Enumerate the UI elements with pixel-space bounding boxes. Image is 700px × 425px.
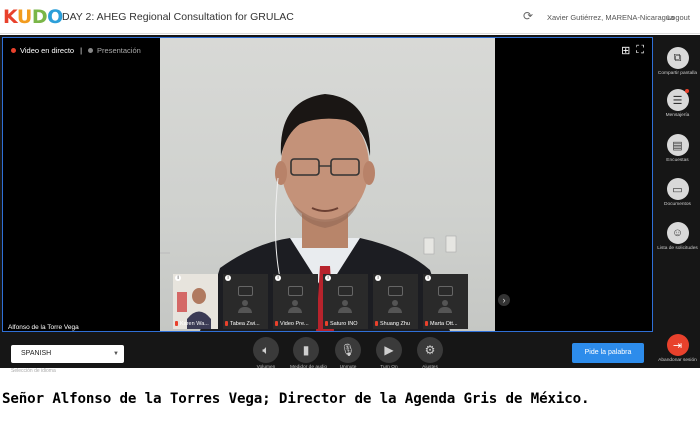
main-video-frame: Video en directo | Presentación ⊞ ⛶ i Ka…: [2, 37, 653, 332]
camera-off-icon: [238, 286, 253, 296]
avatar-placeholder-icon: [287, 300, 303, 313]
tab-divider: |: [80, 46, 83, 55]
language-select[interactable]: SPANISH ▼: [11, 345, 124, 363]
camera-off-icon: [388, 286, 403, 296]
info-icon[interactable]: i: [375, 275, 381, 281]
volume-button[interactable]: 🔈︎ Volumen: [250, 337, 282, 370]
share-screen-icon: ⧉: [666, 47, 689, 69]
meeting-stage: Video en directo | Presentación ⊞ ⛶ i Ka…: [0, 35, 700, 374]
logo-letter: D: [31, 6, 48, 28]
live-dot-icon: [11, 48, 16, 53]
settings-button[interactable]: ⚙ Ajustes: [414, 337, 446, 370]
participant-thumbnail[interactable]: i Saturo INO: [323, 274, 368, 329]
language-hint: Selección de idioma: [11, 368, 56, 374]
request-floor-button[interactable]: Pide la palabra: [572, 343, 644, 363]
sidebar-label: Documentos: [664, 202, 691, 207]
user-name: Xavier Gutiérrez, MARENA-Nicaragua: [547, 13, 675, 22]
participant-name: Video Pre...: [280, 321, 309, 327]
camera-button[interactable]: ▶ Turn On: [373, 337, 405, 370]
fullscreen-icon[interactable]: ⛶: [636, 44, 644, 57]
tab-label: Video en directo: [20, 46, 75, 55]
camera-off-icon: [438, 286, 453, 296]
participant-name: Saturo INO: [330, 321, 358, 327]
participant-name: Karen Wa...: [180, 321, 209, 327]
microphone-icon: 🎙︎: [335, 337, 361, 363]
tab-live-video[interactable]: Video en directo: [11, 46, 74, 55]
request-list-icon: ☺: [666, 222, 689, 244]
unmute-button[interactable]: 🎙︎ Unmute: [332, 337, 364, 370]
logout-link[interactable]: Logout: [667, 13, 690, 22]
sidebar-label: Encuestas: [666, 158, 689, 163]
logo-letter: O: [47, 6, 63, 28]
document-icon: ▭: [666, 178, 689, 200]
control-label: Medidor de audio: [290, 365, 328, 370]
presentation-dot-icon: [88, 48, 94, 53]
control-label: Volumen: [256, 365, 276, 370]
info-icon[interactable]: i: [425, 275, 431, 281]
poll-icon: ▤: [666, 134, 689, 156]
image-caption: Señor Alfonso de la Torres Vega; Directo…: [2, 391, 590, 407]
sidebar-label: Abandonar sesión: [658, 358, 697, 363]
documents-button[interactable]: ▭ Documentos: [655, 178, 700, 207]
participant-thumbnail[interactable]: i Shuang Zhu: [373, 274, 418, 329]
polls-button[interactable]: ▤ Encuestas: [655, 134, 700, 163]
participant-name: Tabea Zwi...: [230, 321, 260, 327]
chevron-right-icon[interactable]: ›: [498, 294, 510, 306]
notification-badge: [685, 89, 689, 93]
sidebar-label: Mensajería: [665, 113, 690, 118]
participant-name: Marta Ott...: [430, 321, 458, 327]
avatar-placeholder-icon: [437, 300, 453, 313]
info-icon[interactable]: i: [175, 275, 181, 281]
control-bar: SPANISH ▼ 🔈︎ Volumen ▮ Medidor de audio …: [0, 334, 655, 370]
sidebar-label: Compartir pantalla: [657, 71, 698, 76]
control-label: Unmute: [339, 365, 357, 370]
messaging-button[interactable]: ☰ Mensajería: [655, 89, 700, 118]
participant-thumbnail[interactable]: i Video Pre...: [273, 274, 318, 329]
audio-meter-icon: ▮: [293, 337, 319, 363]
leave-icon: ⇥: [666, 334, 689, 356]
camera-off-icon: [338, 286, 353, 296]
control-label: Ajustes: [422, 365, 438, 370]
view-controls: ⊞ ⛶: [621, 44, 644, 57]
participant-name: Shuang Zhu: [380, 321, 410, 327]
participant-thumbnail[interactable]: i Karen Wa...: [173, 274, 218, 329]
avatar-placeholder-icon: [337, 300, 353, 313]
video-tabs: Video en directo | Presentación: [11, 46, 141, 55]
gear-icon: ⚙: [417, 337, 443, 363]
top-bar: KUDO DAY 2: AHEG Regional Consultation f…: [0, 0, 700, 34]
audio-meter-button[interactable]: ▮ Medidor de audio: [290, 337, 328, 370]
control-label: Turn On: [380, 365, 398, 370]
info-icon[interactable]: i: [275, 275, 281, 281]
logo-letter: U: [16, 6, 32, 28]
grid-view-icon[interactable]: ⊞: [621, 44, 630, 57]
avatar-placeholder-icon: [237, 300, 253, 313]
chevron-down-icon: ▼: [113, 351, 119, 357]
info-icon[interactable]: i: [325, 275, 331, 281]
refresh-icon[interactable]: ⟳: [523, 10, 535, 22]
participant-thumbnail[interactable]: i Tabea Zwi...: [223, 274, 268, 329]
tab-presentation[interactable]: Presentación: [88, 46, 141, 55]
share-screen-button[interactable]: ⧉ Compartir pantalla: [655, 47, 700, 76]
speaker-name-label: Alfonso de la Torre Vega: [8, 324, 79, 331]
language-value: SPANISH: [21, 350, 52, 357]
participant-thumbnail[interactable]: i Marta Ott...: [423, 274, 468, 329]
event-title: DAY 2: AHEG Regional Consultation for GR…: [62, 11, 294, 23]
camera-off-icon: [288, 286, 303, 296]
logo-letter: K: [3, 6, 17, 28]
participant-thumbnails: i Karen Wa... i Tabea Zwi... i Video Pre…: [173, 274, 468, 329]
info-icon[interactable]: i: [225, 275, 231, 281]
volume-icon: 🔈︎: [253, 337, 279, 363]
camera-icon: ▶: [376, 337, 402, 363]
tab-label: Presentación: [97, 46, 141, 55]
avatar-placeholder-icon: [387, 300, 403, 313]
sidebar-label: Lista de solicitudes: [657, 246, 698, 251]
leave-session-button[interactable]: ⇥ Abandonar sesión: [655, 334, 700, 363]
right-sidebar: ⧉ Compartir pantalla ☰ Mensajería ▤ Encu…: [655, 35, 700, 368]
request-list-button[interactable]: ☺ Lista de solicitudes: [655, 222, 700, 251]
kudo-logo[interactable]: KUDO: [3, 6, 63, 28]
